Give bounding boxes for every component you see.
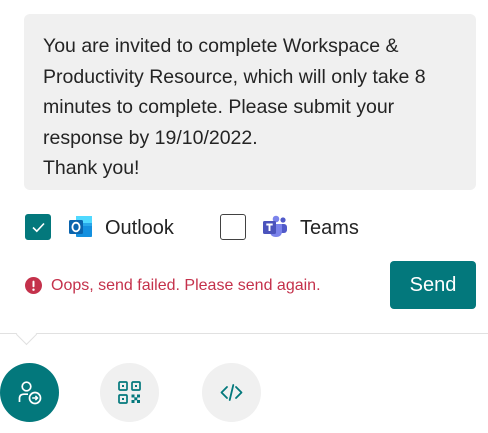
divider bbox=[0, 333, 488, 334]
outlook-checkbox[interactable] bbox=[25, 214, 51, 240]
selection-pointer bbox=[15, 323, 38, 346]
invitation-message-text: You are invited to complete Workspace & … bbox=[43, 35, 426, 179]
invitation-message-box[interactable]: You are invited to complete Workspace & … bbox=[24, 14, 476, 190]
send-button[interactable]: Send bbox=[390, 261, 476, 309]
embed-code-button[interactable] bbox=[202, 363, 261, 422]
checkmark-icon bbox=[32, 222, 45, 233]
error-circle-icon bbox=[25, 277, 42, 294]
qr-code-icon bbox=[118, 381, 141, 404]
person-send-icon bbox=[18, 381, 42, 405]
code-icon bbox=[220, 384, 243, 401]
error-text: Oops, send failed. Please send again. bbox=[51, 277, 321, 294]
send-link-button[interactable] bbox=[0, 363, 59, 422]
outlook-icon bbox=[69, 216, 92, 237]
qr-code-button[interactable] bbox=[100, 363, 159, 422]
outlook-label: Outlook bbox=[105, 217, 174, 239]
teams-label: Teams bbox=[300, 217, 359, 239]
teams-icon bbox=[263, 215, 287, 237]
teams-checkbox[interactable] bbox=[220, 214, 246, 240]
